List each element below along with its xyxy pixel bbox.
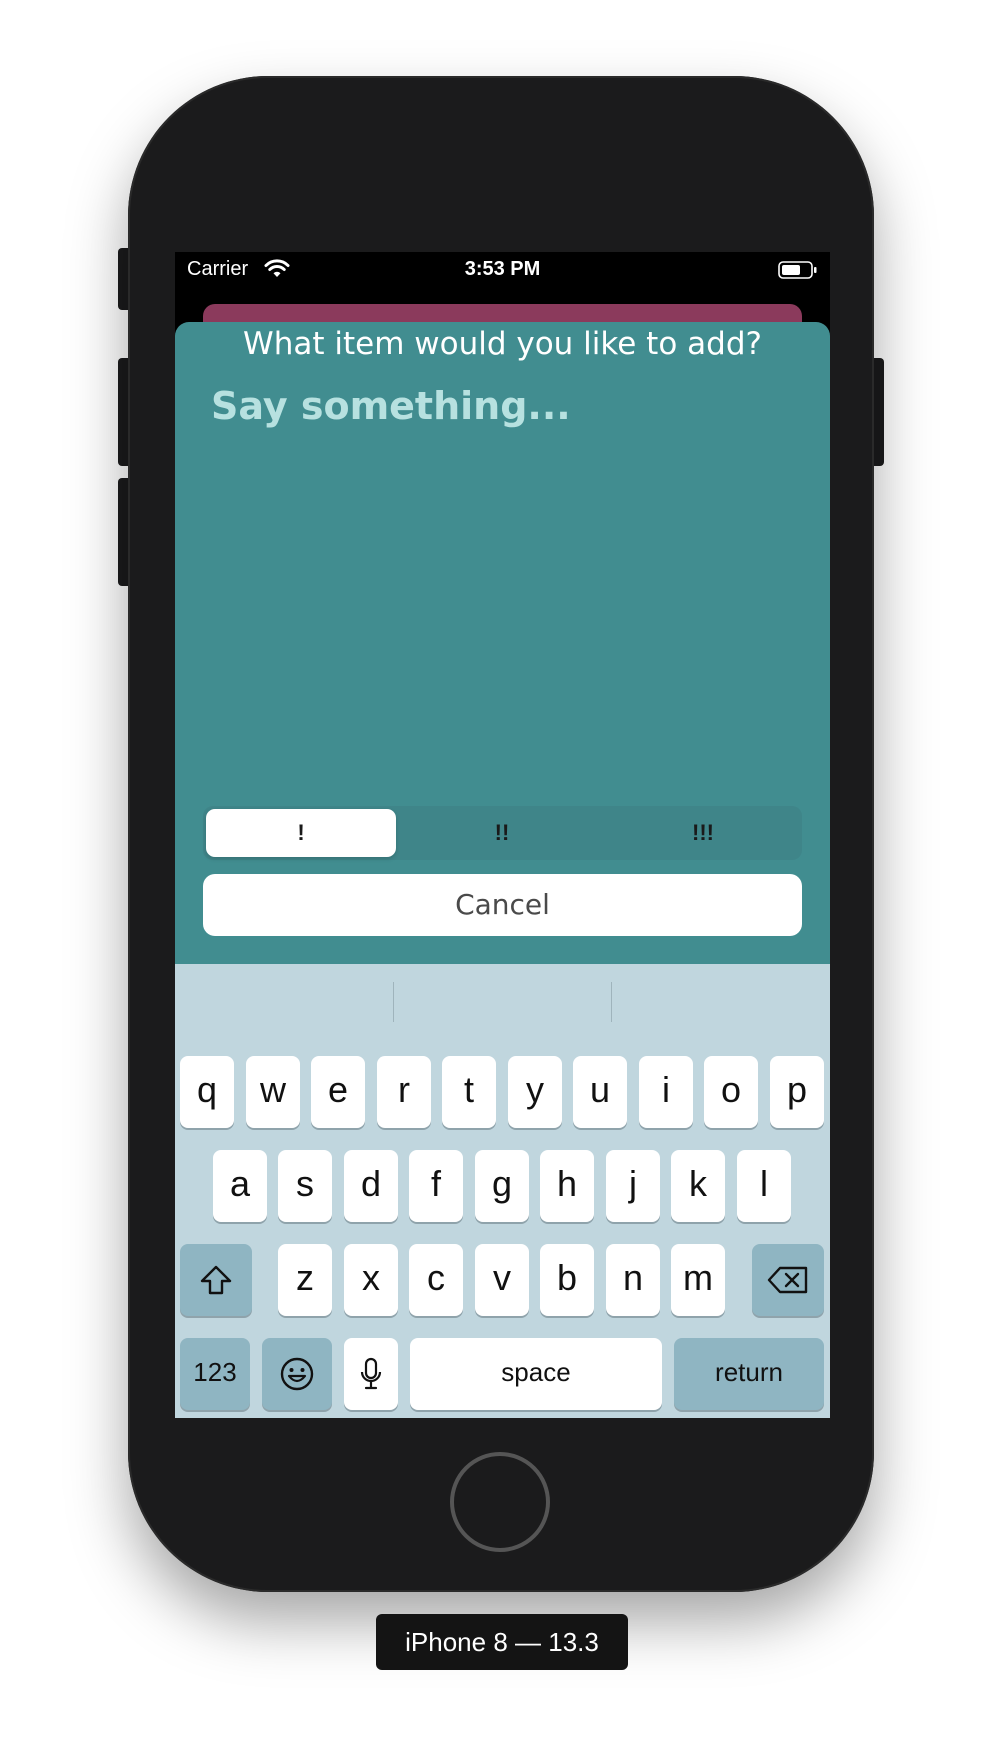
phone-screen: Carrier 3:53 PM What item would you like… [175,252,830,1418]
sheet-title: What item would you like to add? [243,326,762,362]
shift-icon [200,1265,232,1295]
key-k[interactable]: k [671,1150,725,1222]
key-g[interactable]: g [475,1150,529,1222]
key-z[interactable]: z [278,1244,332,1316]
key-q[interactable]: q [180,1056,234,1128]
key-l[interactable]: l [737,1150,791,1222]
status-bar: Carrier 3:53 PM [175,252,830,288]
priority-segment-high[interactable]: !!! [608,809,798,857]
dictation-key[interactable] [344,1338,398,1410]
key-x[interactable]: x [344,1244,398,1316]
space-key[interactable]: space [410,1338,662,1410]
key-d[interactable]: d [344,1150,398,1222]
key-f[interactable]: f [409,1150,463,1222]
key-w[interactable]: w [246,1056,300,1128]
prediction-divider [393,982,394,1022]
keyboard: q w e r t y u i o p a s d f g h j k l z … [175,964,830,1418]
delete-key[interactable] [752,1244,824,1316]
emoji-icon [280,1357,314,1391]
key-u[interactable]: u [573,1056,627,1128]
priority-segment-medium[interactable]: !! [407,809,597,857]
prediction-divider [611,982,612,1022]
return-key[interactable]: return [674,1338,824,1410]
priority-segmented-control: ! !! !!! [203,806,802,860]
item-text-input[interactable]: Say something... [211,384,791,744]
key-b[interactable]: b [540,1244,594,1316]
key-j[interactable]: j [606,1150,660,1222]
shift-key[interactable] [180,1244,252,1316]
key-y[interactable]: y [508,1056,562,1128]
key-v[interactable]: v [475,1244,529,1316]
key-h[interactable]: h [540,1150,594,1222]
key-m[interactable]: m [671,1244,725,1316]
key-e[interactable]: e [311,1056,365,1128]
key-a[interactable]: a [213,1150,267,1222]
priority-segment-low[interactable]: ! [206,809,396,857]
key-r[interactable]: r [377,1056,431,1128]
key-i[interactable]: i [639,1056,693,1128]
emoji-key[interactable] [262,1338,332,1410]
key-p[interactable]: p [770,1056,824,1128]
key-c[interactable]: c [409,1244,463,1316]
delete-icon [767,1266,808,1294]
home-button[interactable] [450,1452,550,1552]
key-o[interactable]: o [704,1056,758,1128]
clock: 3:53 PM [464,258,541,280]
battery-icon [778,261,817,279]
microphone-icon [360,1358,382,1390]
key-s[interactable]: s [278,1150,332,1222]
key-t[interactable]: t [442,1056,496,1128]
device-label: iPhone 8 — 13.3 [376,1614,628,1670]
cancel-button[interactable]: Cancel [203,874,802,936]
numbers-key[interactable]: 123 [180,1338,250,1410]
key-n[interactable]: n [606,1244,660,1316]
simulator-stage: Carrier 3:53 PM What item would you like… [0,0,1004,1740]
